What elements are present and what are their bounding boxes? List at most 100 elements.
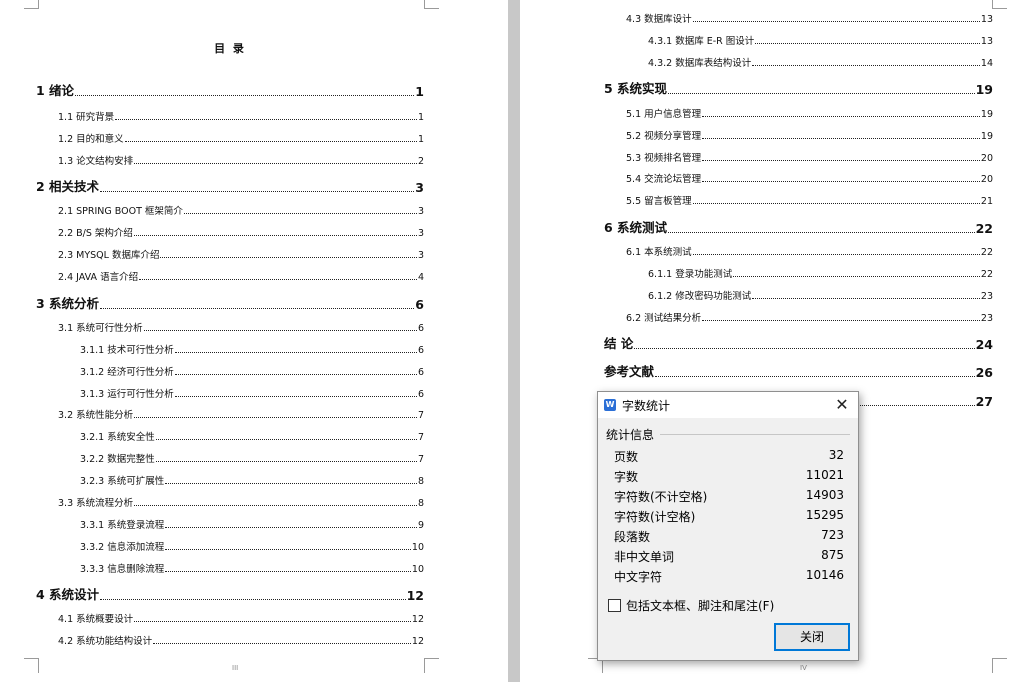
toc-entry[interactable]: 4.3 数据库设计 13: [626, 11, 993, 25]
toc-entry-title: 5.4 交流论坛管理: [626, 174, 702, 185]
toc-entry-page: 3: [417, 250, 424, 261]
toc-entry[interactable]: 1.3 论文结构安排 2: [58, 153, 424, 167]
toc-entry[interactable]: 4.3.2 数据库表结构设计 14: [648, 55, 993, 69]
dot-leader: [174, 396, 417, 397]
stat-label: 字数: [614, 470, 639, 484]
toc-entry[interactable]: 2.4 JAVA 语言介绍 4: [58, 269, 424, 283]
toc-entry-title: 3.1.2 经济可行性分析: [80, 367, 174, 378]
toc-entry-page: 3: [417, 228, 424, 239]
dot-leader: [692, 21, 980, 22]
toc-entry-page: 7: [417, 432, 424, 443]
toc-entry-title: 1 绪论: [36, 83, 75, 98]
toc-entry-page: 7: [417, 410, 424, 421]
toc-entry[interactable]: 5.1 用户信息管理 19: [626, 106, 993, 120]
toc-entry[interactable]: 6.1.2 修改密码功能测试 23: [648, 288, 993, 302]
stat-row: 段落数 723: [614, 528, 844, 546]
toc-entry[interactable]: 5 系统实现 19: [604, 79, 993, 97]
include-textbox-footnote-checkbox[interactable]: [608, 599, 621, 612]
toc-entry[interactable]: 6.1 本系统测试 22: [626, 244, 993, 258]
toc-entry-title: 3.3.2 信息添加流程: [80, 542, 165, 553]
toc-entry-page: 6: [415, 297, 424, 312]
toc-entry[interactable]: 1.1 研究背景 1: [58, 109, 424, 123]
toc-entry[interactable]: 3.1.1 技术可行性分析 6: [80, 342, 424, 356]
toc-entry-title: 4.2 系统功能结构设计: [58, 636, 153, 647]
dot-leader: [655, 376, 975, 377]
toc-entry[interactable]: 2.3 MYSQL 数据库介绍 3: [58, 247, 424, 261]
toc-entry[interactable]: 3.1.2 经济可行性分析 6: [80, 364, 424, 378]
toc-entry-page: 19: [980, 131, 993, 142]
dot-leader: [183, 213, 417, 214]
toc-entry[interactable]: 5.4 交流论坛管理 20: [626, 171, 993, 185]
toc-entry[interactable]: 2.1 SPRING BOOT 框架简介 3: [58, 203, 424, 217]
toc-entry[interactable]: 3.1.3 运行可行性分析 6: [80, 386, 424, 400]
toc-entry[interactable]: 参考文献 26: [604, 362, 993, 380]
crop-mark: [424, 0, 439, 9]
close-button[interactable]: 关闭: [774, 623, 850, 651]
toc-entry[interactable]: 6.2 测试结果分析 23: [626, 310, 993, 324]
toc-entry[interactable]: 4.2 系统功能结构设计 12: [58, 633, 424, 647]
dot-leader: [165, 527, 417, 528]
toc-entry-title: 2.4 JAVA 语言介绍: [58, 272, 139, 283]
dot-leader: [165, 571, 411, 572]
toc-entry[interactable]: 3.2 系统性能分析 7: [58, 407, 424, 421]
toc-entry[interactable]: 3.3.3 信息删除流程 10: [80, 561, 424, 575]
toc-entry-title: 2 相关技术: [36, 179, 100, 194]
stat-value: 875: [821, 548, 844, 562]
toc-entry-title: 1.2 目的和意义: [58, 134, 124, 145]
toc-entry[interactable]: 6.1.1 登录功能测试 22: [648, 266, 993, 280]
word-count-dialog[interactable]: W 字数统计 ✕ 统计信息 页数 32 字数 11021 字符数(不计空格) 14903 字…: [597, 391, 859, 661]
toc-entry-title: 5.1 用户信息管理: [626, 109, 702, 120]
close-icon[interactable]: ✕: [832, 395, 852, 415]
toc-entry[interactable]: 3.1 系统可行性分析 6: [58, 320, 424, 334]
toc-entry[interactable]: 2.2 B/S 架构介绍 3: [58, 225, 424, 239]
toc-entry-page: 10: [411, 542, 424, 553]
stat-row: 页数 32: [614, 448, 844, 466]
page-number: III: [232, 664, 239, 672]
toc-entry[interactable]: 3.3 系统流程分析 8: [58, 495, 424, 509]
toc-entry-page: 22: [975, 221, 993, 236]
toc-entry[interactable]: 4.3.1 数据库 E-R 图设计 13: [648, 33, 993, 47]
toc-entry[interactable]: 3.3.2 信息添加流程 10: [80, 539, 424, 553]
stat-label: 字符数(计空格): [614, 510, 696, 524]
toc-entry-page: 2: [417, 156, 424, 167]
dot-leader: [755, 43, 980, 44]
toc-entry-page: 19: [980, 109, 993, 120]
toc-entry-page: 10: [411, 564, 424, 575]
toc-entry[interactable]: 3 系统分析 6: [36, 294, 424, 312]
page-number: IV: [800, 664, 807, 672]
toc-entry-page: 6: [417, 323, 424, 334]
toc-entry-title: 结 论: [604, 336, 634, 351]
toc-entry[interactable]: 3.2.3 系统可扩展性 8: [80, 473, 424, 487]
toc-entry[interactable]: 3.3.1 系统登录流程 9: [80, 517, 424, 531]
toc-entry[interactable]: 1.2 目的和意义 1: [58, 131, 424, 145]
dot-leader: [75, 95, 415, 96]
stat-value: 15295: [805, 508, 844, 522]
toc-entry[interactable]: 3.2.2 数据完整性 7: [80, 451, 424, 465]
stat-value: 11021: [805, 468, 844, 482]
stat-row: 字数 11021: [614, 468, 844, 486]
toc-entry[interactable]: 4 系统设计 12: [36, 585, 424, 603]
toc-entry[interactable]: 4.1 系统概要设计 12: [58, 611, 424, 625]
toc-entry-title: 1.3 论文结构安排: [58, 156, 134, 167]
toc-entry[interactable]: 3.2.1 系统安全性 7: [80, 429, 424, 443]
toc-entry[interactable]: 5.2 视频分享管理 19: [626, 128, 993, 142]
toc-entry-page: 9: [417, 520, 424, 531]
toc-entry-title: 3.2.1 系统安全性: [80, 432, 155, 443]
toc-entry-title: 6.2 测试结果分析: [626, 313, 702, 324]
app-icon: W: [604, 399, 616, 411]
toc-entry-page: 22: [980, 269, 993, 280]
toc-entry-title: 5.3 视频排名管理: [626, 153, 702, 164]
toc-entry[interactable]: 5.5 留言板管理 21: [626, 193, 993, 207]
dot-leader: [692, 254, 980, 255]
toc-entry-page: 23: [980, 313, 993, 324]
toc-entry[interactable]: 6 系统测试 22: [604, 218, 993, 236]
toc-entry-title: 2.2 B/S 架构介绍: [58, 228, 133, 239]
checkbox-label[interactable]: 包括文本框、脚注和尾注(F): [626, 597, 774, 614]
toc-entry-page: 20: [980, 174, 993, 185]
toc-entry[interactable]: 2 相关技术 3: [36, 177, 424, 195]
toc-entry[interactable]: 结 论 24: [604, 334, 993, 352]
toc-entry[interactable]: 5.3 视频排名管理 20: [626, 150, 993, 164]
dot-leader: [134, 621, 411, 622]
toc-entry[interactable]: 1 绪论 1: [36, 81, 424, 99]
dialog-titlebar[interactable]: W 字数统计 ✕: [598, 392, 858, 418]
